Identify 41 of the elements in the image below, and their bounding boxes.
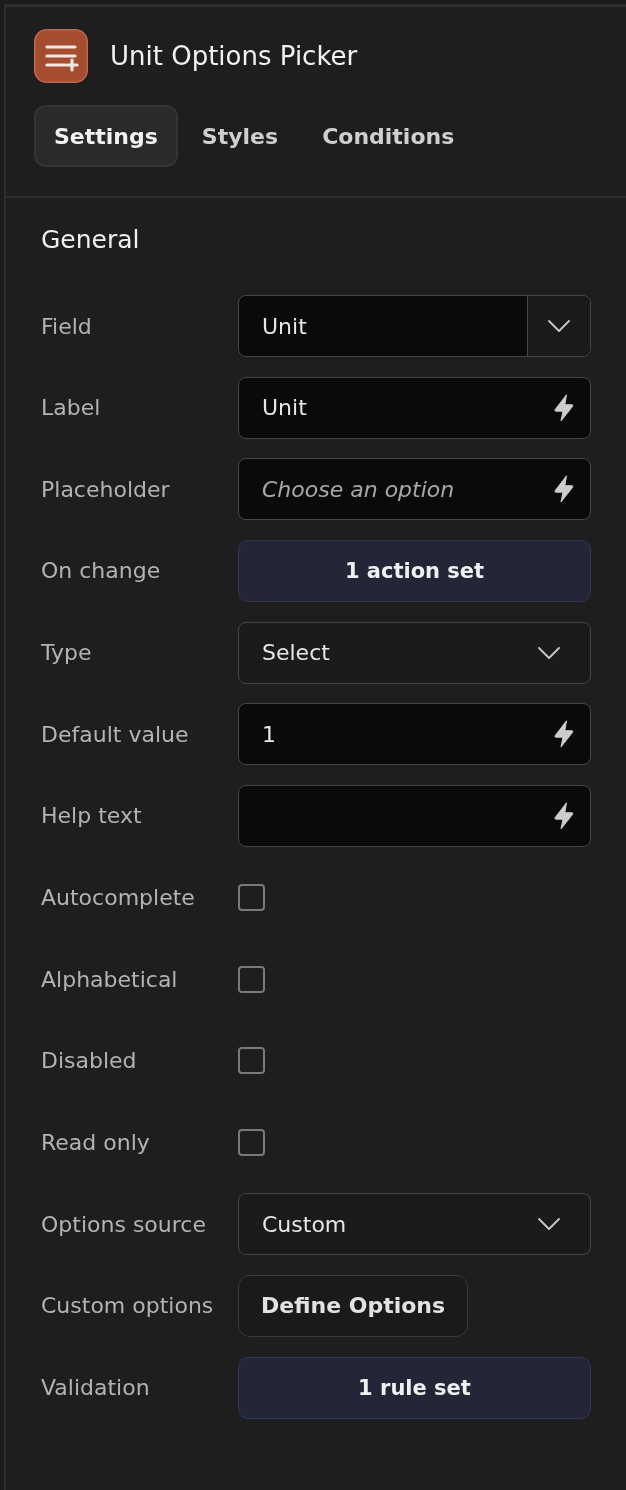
action-button[interactable]: 1 rule set: [238, 1356, 591, 1419]
checkbox[interactable]: [238, 1129, 265, 1157]
checkbox[interactable]: [238, 1047, 265, 1075]
setting-label: Custom options: [41, 1293, 215, 1319]
setting-label: Type: [41, 640, 93, 666]
setting-label: Placeholder: [41, 476, 171, 502]
lightning-bolt-icon[interactable]: [553, 393, 575, 422]
lightning-bolt-icon[interactable]: [553, 801, 575, 830]
text-input[interactable]: [238, 784, 591, 847]
tab[interactable]: Conditions: [302, 105, 475, 167]
lightning-bolt-icon[interactable]: [553, 720, 575, 749]
chevron-down-icon: [538, 1218, 560, 1231]
setting-label: Help text: [41, 803, 143, 829]
setting-label: Options source: [41, 1211, 207, 1237]
setting-label: Validation: [41, 1375, 151, 1401]
action-button[interactable]: 1 action set: [238, 539, 591, 602]
setting-label: Label: [41, 395, 102, 421]
lightning-bolt-icon[interactable]: [553, 475, 575, 504]
define-options-button[interactable]: Define Options: [238, 1274, 469, 1337]
text-input[interactable]: Unit: [238, 376, 591, 439]
panel-title: Unit Options Picker: [110, 40, 358, 72]
chevron-down-icon: [538, 646, 560, 659]
checkbox[interactable]: [238, 884, 265, 912]
setting-label: Read only: [41, 1130, 151, 1156]
tab[interactable]: Settings: [34, 105, 178, 167]
select-dropdown[interactable]: Select: [238, 621, 591, 684]
section-title: General: [41, 225, 141, 255]
field-dropdown[interactable]: Unit: [238, 295, 591, 357]
checkbox[interactable]: [238, 965, 265, 993]
setting-label: Disabled: [41, 1048, 138, 1074]
setting-label: Alphabetical: [41, 966, 179, 992]
chevron-down-icon: [548, 320, 570, 332]
setting-label: On change: [41, 558, 162, 584]
setting-label: Field: [41, 313, 93, 339]
list-plus-icon: [34, 29, 88, 83]
setting-label: Default value: [41, 721, 190, 747]
text-input[interactable]: Choose an option: [238, 458, 591, 521]
tab[interactable]: Styles: [181, 105, 299, 167]
setting-label: Autocomplete: [41, 885, 196, 911]
text-input[interactable]: 1: [238, 703, 591, 766]
select-dropdown[interactable]: Custom: [238, 1193, 591, 1256]
